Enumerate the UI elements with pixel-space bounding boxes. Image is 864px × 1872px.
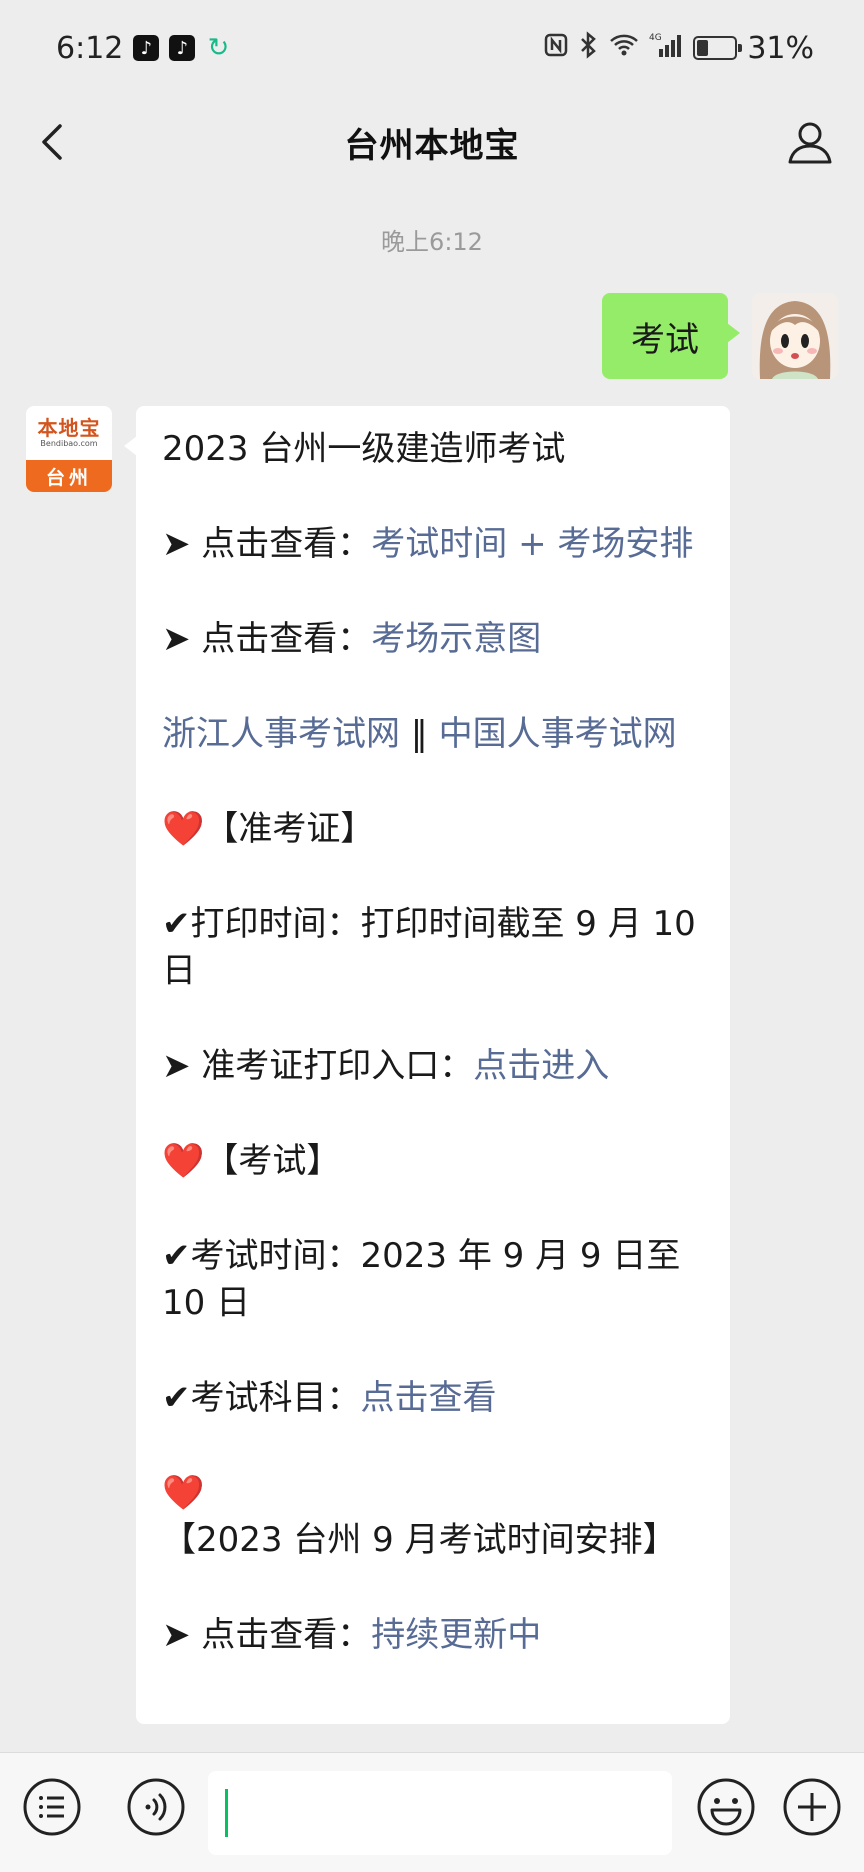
heading-text: 【准考证】: [204, 809, 375, 849]
message-line-exam-date: ✔考试时间：2023 年 9 月 9 日至 10 日: [162, 1236, 681, 1323]
logo-city-band: 台州: [26, 460, 112, 492]
heading-text: 【考试】: [204, 1141, 341, 1181]
menu-list-icon: [23, 1778, 81, 1836]
battery-icon: [693, 36, 743, 60]
chat-title: 台州本地宝: [344, 125, 520, 166]
bendibao-avatar[interactable]: 本地宝 Bendibao.com 台州: [26, 406, 112, 492]
print-entry-link[interactable]: 点击进入: [473, 1046, 609, 1086]
network-type-label: 4G: [649, 33, 662, 43]
message-line-print-time: ✔打印时间：打印时间截至 9 月 10 日: [162, 904, 696, 991]
logo-brand-text: 本地宝: [37, 416, 101, 440]
message-heading-exam: ❤️【考试】: [162, 1138, 704, 1185]
subjects-link[interactable]: 点击查看: [361, 1378, 497, 1418]
chat-header: 台州本地宝: [0, 96, 864, 188]
heart-icon: ❤️: [162, 1141, 205, 1181]
voice-icon: [127, 1778, 185, 1836]
heart-icon: ❤️: [162, 809, 205, 849]
battery-percent: 31%: [747, 30, 814, 66]
line-prefix: ➤ 点击查看：: [162, 619, 372, 659]
text-cursor: [225, 1789, 228, 1837]
heart-icon: ❤️: [162, 1473, 205, 1513]
outgoing-message-text: 考试: [631, 319, 699, 360]
battery-level: [697, 40, 709, 56]
logo-url-text: Bendibao.com: [40, 439, 98, 448]
nfc-icon: [543, 32, 569, 65]
incoming-message-bubble[interactable]: 2023 台州一级建造师考试 ➤ 点击查看：考试时间 + 考场安排 ➤ 点击查看…: [124, 406, 730, 1724]
message-line-updates: ➤ 点击查看：持续更新中: [162, 1612, 704, 1659]
line-prefix: ➤ 点击查看：: [162, 1615, 372, 1655]
cellular-signal-icon: 4G: [649, 31, 683, 66]
zhejiang-exam-site-link[interactable]: 浙江人事考试网: [162, 714, 400, 754]
more-actions-button[interactable]: [780, 1775, 844, 1839]
sync-app-icon: ↻: [207, 33, 230, 63]
emoji-button[interactable]: [694, 1775, 758, 1839]
status-bar: 6:12 ♪ ♪ ↻ 4G 31%: [0, 0, 864, 96]
bluetooth-icon: [579, 30, 599, 66]
message-line-venue-map: ➤ 点击查看：考场示意图: [162, 616, 704, 663]
emoji-smile-icon: [697, 1778, 755, 1836]
venue-map-link[interactable]: 考场示意图: [371, 619, 541, 659]
plus-circle-icon: [783, 1778, 841, 1836]
message-line-print-entry: ➤ 准考证打印入口：点击进入: [162, 1043, 704, 1090]
menu-button[interactable]: [20, 1775, 84, 1839]
link-separator: ‖: [400, 714, 439, 754]
line-prefix: ➤ 准考证打印入口：: [162, 1046, 474, 1086]
exam-time-link[interactable]: 考试时间 + 考场安排: [371, 524, 693, 564]
message-line-subjects: ✔考试科目：点击查看: [162, 1375, 704, 1422]
back-button[interactable]: [24, 114, 80, 170]
bendibao-logo: 本地宝 Bendibao.com: [26, 406, 112, 460]
message-text-input[interactable]: [208, 1771, 672, 1855]
china-exam-site-link[interactable]: 中国人事考试网: [439, 714, 677, 754]
message-heading-admission-ticket: ❤️【准考证】: [162, 806, 704, 853]
message-heading-september-schedule: ❤️ 【2023 台州 9 月考试时间安排】: [162, 1470, 704, 1564]
line-prefix: ✔考试科目：: [162, 1378, 361, 1418]
profile-button[interactable]: [780, 112, 840, 172]
person-icon: [788, 122, 832, 164]
wifi-icon: [609, 33, 639, 64]
status-time: 6:12: [56, 30, 124, 66]
anime-girl-avatar-image: [752, 293, 838, 379]
user-avatar[interactable]: [752, 293, 838, 379]
tiktok-icon: ♪: [169, 35, 196, 61]
chevron-left-icon: [42, 124, 62, 160]
message-line-exam-time: ➤ 点击查看：考试时间 + 考场安排: [162, 521, 704, 568]
status-left: 6:12 ♪ ♪ ↻: [56, 31, 231, 66]
message-title: 2023 台州一级建造师考试: [162, 429, 566, 469]
voice-input-button[interactable]: [124, 1775, 188, 1839]
status-right: 4G 31%: [543, 31, 814, 66]
heading-text: 【2023 台州 9 月考试时间安排】: [162, 1520, 677, 1560]
message-line-websites: 浙江人事考试网 ‖ 中国人事考试网: [162, 711, 704, 758]
outgoing-message-bubble[interactable]: 考试: [602, 293, 740, 379]
tiktok-icon: ♪: [133, 35, 160, 61]
message-timestamp: 晚上6:12: [381, 228, 483, 256]
updates-link[interactable]: 持续更新中: [371, 1615, 541, 1655]
message-input-bar: [0, 1752, 864, 1872]
line-prefix: ➤ 点击查看：: [162, 524, 372, 564]
